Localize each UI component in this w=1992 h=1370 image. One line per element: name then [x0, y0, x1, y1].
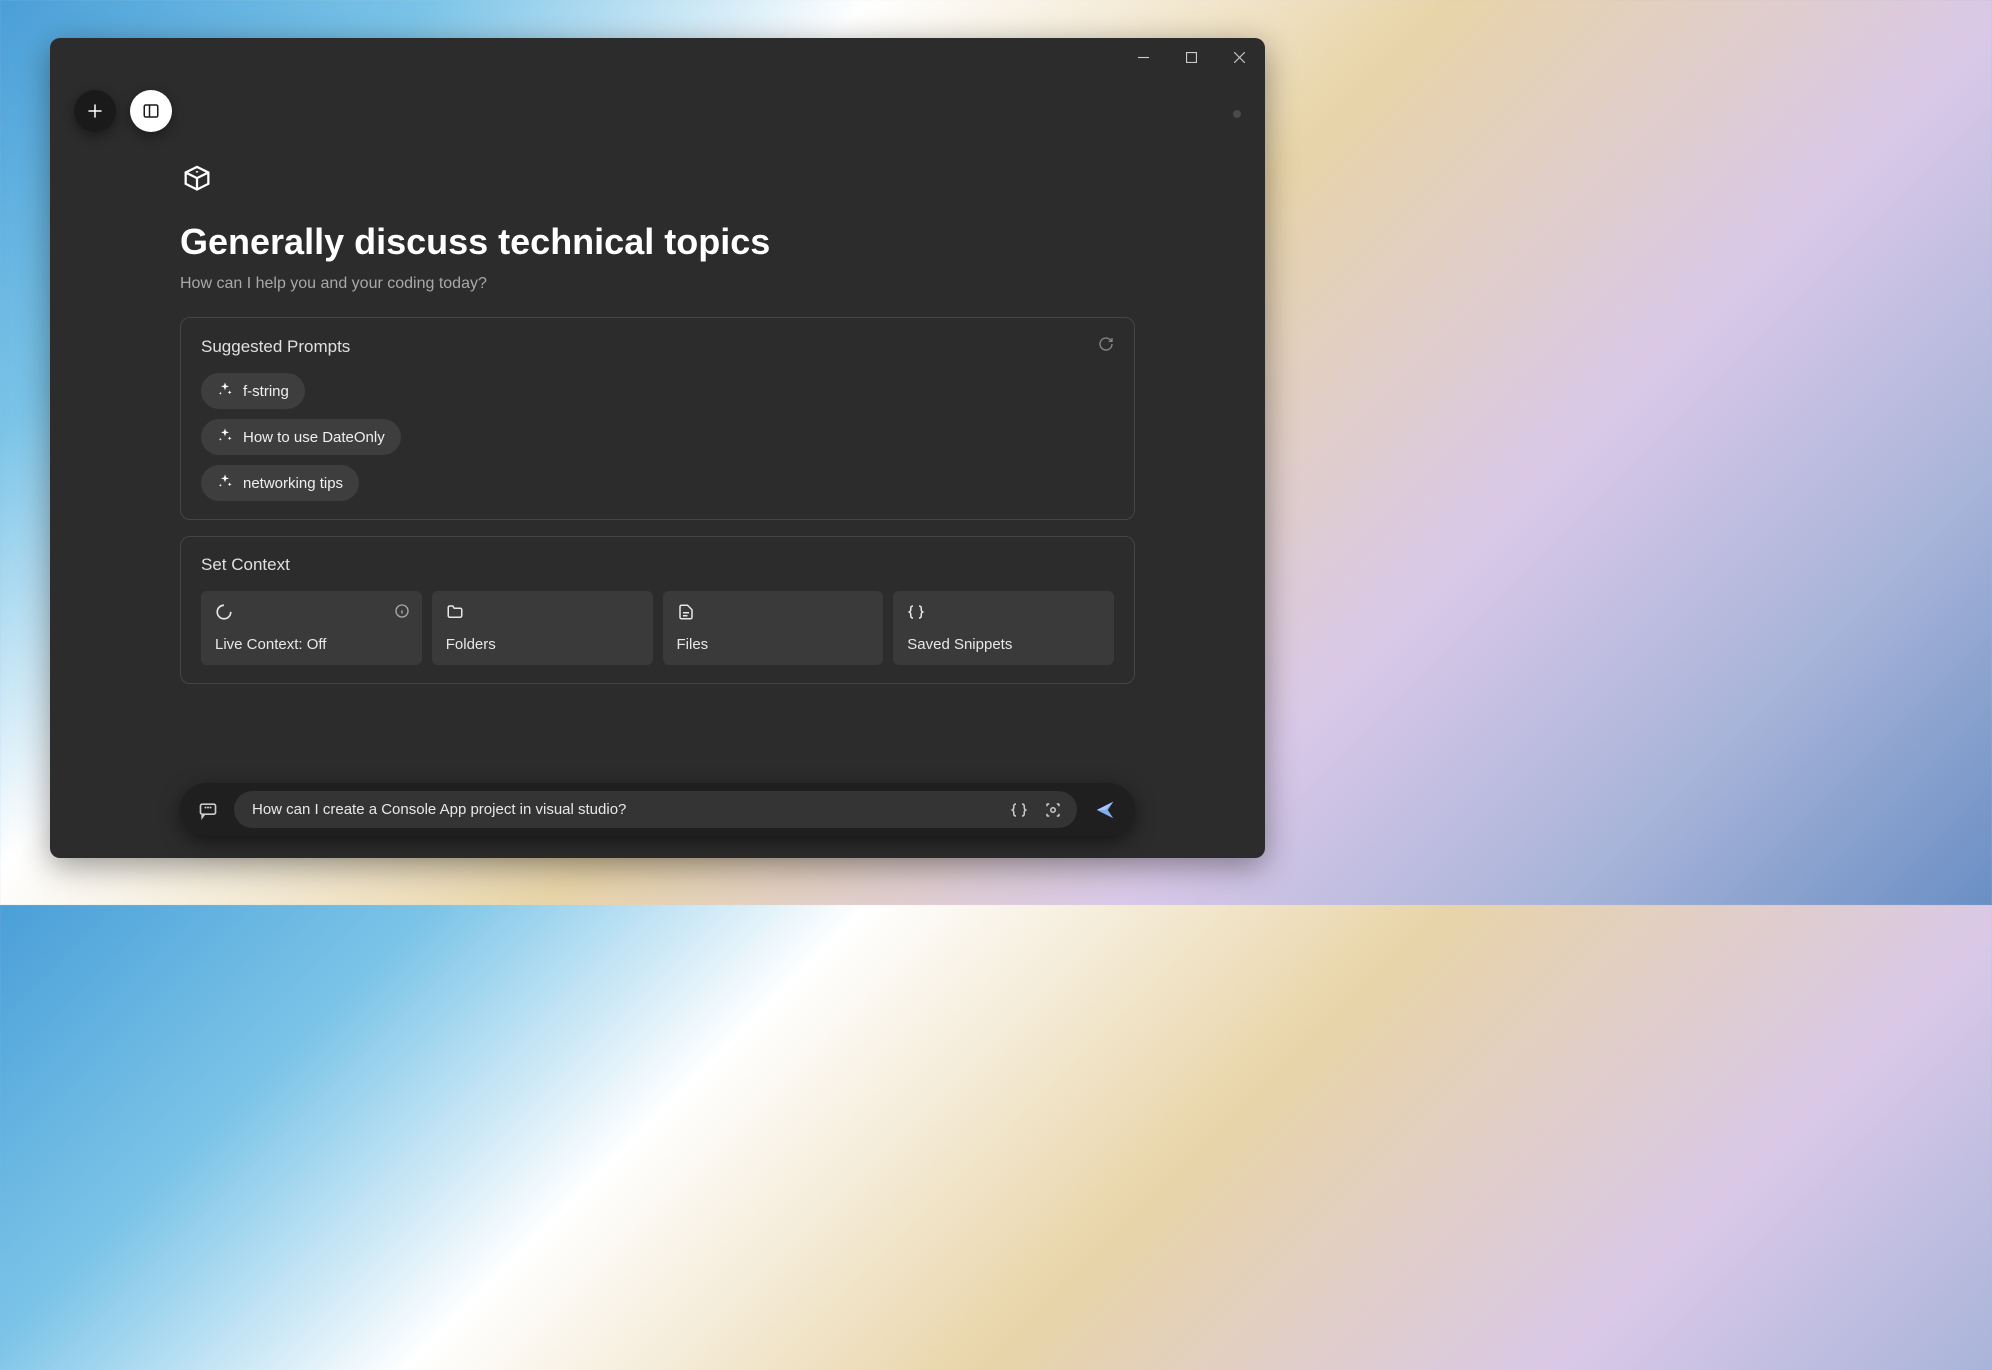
sparkle-icon — [217, 381, 233, 401]
context-tile-snippets[interactable]: Saved Snippets — [893, 591, 1114, 665]
code-block-button[interactable] — [1005, 796, 1033, 824]
suggested-prompts-header: Suggested Prompts — [201, 336, 1114, 357]
send-button[interactable] — [1089, 794, 1121, 826]
chat-mode-button[interactable] — [194, 796, 222, 824]
prompt-chip[interactable]: How to use DateOnly — [201, 419, 401, 455]
close-icon — [1234, 52, 1245, 63]
minimize-button[interactable] — [1119, 41, 1167, 73]
chip-label: How to use DateOnly — [243, 429, 385, 446]
app-window: Generally discuss technical topics How c… — [50, 38, 1265, 858]
scan-icon — [1044, 801, 1062, 819]
minimize-icon — [1138, 52, 1149, 63]
sparkle-icon — [217, 427, 233, 447]
set-context-header: Set Context — [201, 555, 1114, 575]
titlebar — [50, 38, 1265, 76]
tile-label: Files — [677, 636, 870, 653]
maximize-button[interactable] — [1167, 41, 1215, 73]
refresh-icon — [1098, 336, 1114, 352]
new-chat-button[interactable] — [74, 90, 116, 132]
tile-label: Saved Snippets — [907, 636, 1100, 653]
menu-indicator[interactable] — [1233, 110, 1241, 118]
chip-label: f-string — [243, 383, 289, 400]
tile-label: Live Context: Off — [215, 636, 408, 653]
plus-icon — [86, 102, 104, 120]
braces-icon — [1010, 801, 1028, 819]
suggested-prompts-card: Suggested Prompts f-string How to use Da — [180, 317, 1135, 520]
app-logo — [180, 164, 1135, 203]
braces-icon — [907, 603, 1100, 626]
suggested-prompts-title: Suggested Prompts — [201, 337, 350, 357]
close-button[interactable] — [1215, 41, 1263, 73]
set-context-card: Set Context Live Context: Off Fold — [180, 536, 1135, 684]
input-right-icons — [1005, 796, 1067, 824]
tile-label: Folders — [446, 636, 639, 653]
folder-icon — [446, 603, 639, 626]
context-grid: Live Context: Off Folders Files — [201, 591, 1114, 665]
prompt-chips-list: f-string How to use DateOnly networking … — [201, 373, 1114, 501]
context-tile-folders[interactable]: Folders — [432, 591, 653, 665]
chip-label: networking tips — [243, 475, 343, 492]
screenshot-button[interactable] — [1039, 796, 1067, 824]
send-icon — [1094, 799, 1116, 821]
input-bar — [180, 783, 1135, 836]
set-context-title: Set Context — [201, 555, 290, 575]
chat-icon — [198, 800, 218, 820]
page-subtitle: How can I help you and your coding today… — [180, 275, 1135, 293]
panel-icon — [142, 102, 160, 120]
context-tile-live[interactable]: Live Context: Off — [201, 591, 422, 665]
file-icon — [677, 603, 870, 626]
context-tile-files[interactable]: Files — [663, 591, 884, 665]
toggle-sidebar-button[interactable] — [130, 90, 172, 132]
input-wrap — [234, 791, 1077, 828]
info-icon[interactable] — [394, 603, 410, 624]
maximize-icon — [1186, 52, 1197, 63]
prompt-chip[interactable]: networking tips — [201, 465, 359, 501]
sparkle-icon — [217, 473, 233, 493]
spinner-icon — [215, 603, 408, 626]
box-icon — [180, 164, 214, 198]
prompt-input[interactable] — [234, 791, 1077, 828]
refresh-prompts-button[interactable] — [1098, 336, 1114, 357]
main-content: Generally discuss technical topics How c… — [50, 76, 1265, 783]
page-title: Generally discuss technical topics — [180, 221, 1135, 263]
top-actions — [74, 90, 172, 132]
prompt-chip[interactable]: f-string — [201, 373, 305, 409]
